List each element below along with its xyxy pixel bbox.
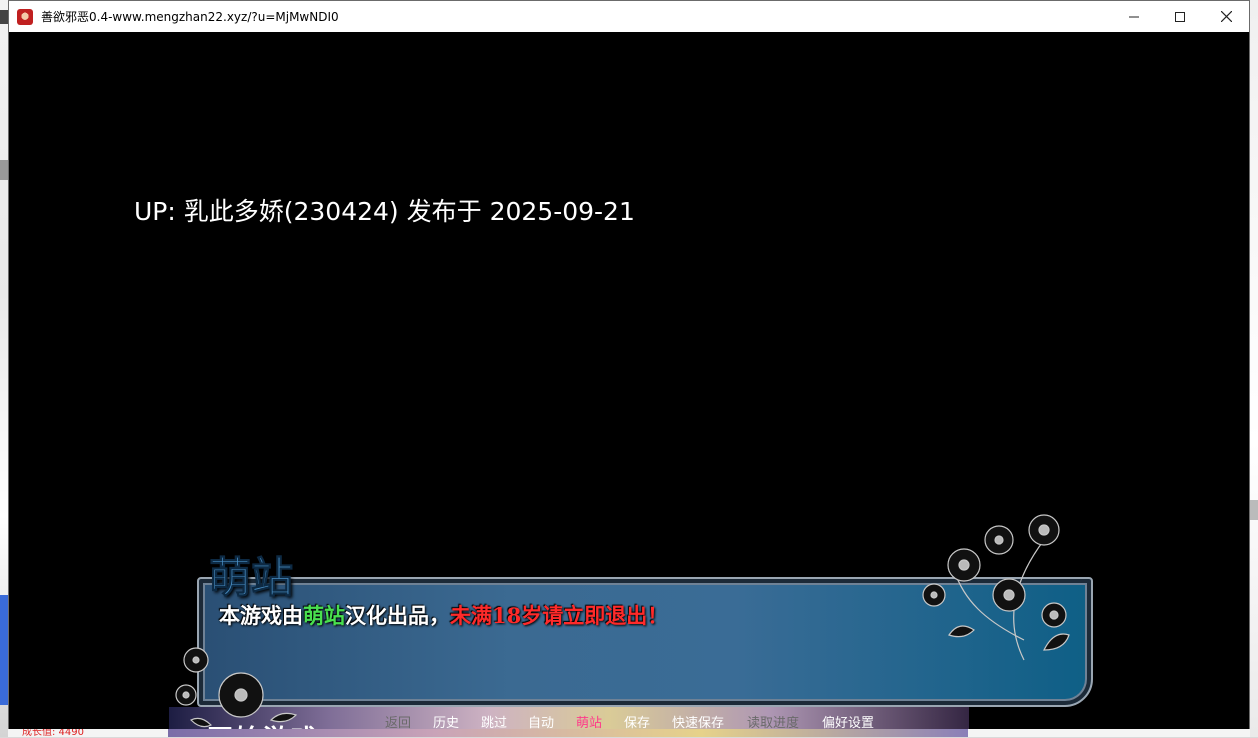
desktop-fragment xyxy=(1250,500,1258,520)
dialogue-warning-red: 未满18岁请立即退出！ xyxy=(450,603,669,628)
quick-menu-save[interactable]: 保存 xyxy=(624,712,650,729)
app-icon xyxy=(17,8,33,25)
dialogue-highlight-green: 萌站 xyxy=(303,603,345,628)
flower-ornament-right xyxy=(922,514,1070,661)
close-button[interactable] xyxy=(1203,1,1249,32)
quick-menu-skip[interactable]: 跳过 xyxy=(481,712,507,729)
quick-menu: 返回 历史 跳过 自动 萌站 保存 快速保存 读取进度 偏好设置 xyxy=(9,712,1249,729)
desktop-fragment xyxy=(0,595,8,705)
maximize-button[interactable] xyxy=(1157,1,1203,32)
quick-menu-load[interactable]: 读取进度 xyxy=(747,712,799,729)
minimize-icon xyxy=(1129,16,1139,17)
upload-info: UP: 乳此多娇(230424) 发布于 2025-09-21 xyxy=(134,197,635,226)
quick-menu-auto[interactable]: 自动 xyxy=(528,712,554,729)
quick-menu-preferences[interactable]: 偏好设置 xyxy=(822,712,874,729)
game-viewport[interactable]: UP: 乳此多娇(230424) 发布于 2025-09-21 开始游戏 xyxy=(9,32,1249,729)
desktop-fragment xyxy=(0,160,8,180)
window-controls xyxy=(1111,1,1249,32)
dialogue-segment: 汉化出品， xyxy=(345,603,450,628)
desktop-fragment xyxy=(168,729,968,737)
speaker-name: 萌站 xyxy=(208,553,294,603)
dialogue-text: 本游戏由萌站汉化出品，未满18岁请立即退出！ xyxy=(219,600,668,630)
dialogue-segment: 本游戏由 xyxy=(219,603,303,628)
quick-menu-history[interactable]: 历史 xyxy=(433,712,459,729)
window-title: 善欲邪恶0.4-www.mengzhan22.xyz/?u=MjMwNDI0 xyxy=(41,10,339,24)
desktop-fragment xyxy=(0,10,8,24)
desktop-bottom-edge: 成长值: 4490 xyxy=(8,727,1250,738)
quick-menu-quick-save[interactable]: 快速保存 xyxy=(672,712,724,729)
desktop-left-edge xyxy=(0,0,8,737)
minimize-button[interactable] xyxy=(1111,1,1157,32)
quick-menu-mengzhan[interactable]: 萌站 xyxy=(576,712,602,729)
game-window: 善欲邪恶0.4-www.mengzhan22.xyz/?u=MjMwNDI0 U… xyxy=(8,0,1250,729)
desktop-right-edge xyxy=(1250,0,1258,737)
close-icon xyxy=(1220,11,1232,22)
desktop-partial-text: 成长值: 4490 xyxy=(22,727,84,738)
title-bar[interactable]: 善欲邪恶0.4-www.mengzhan22.xyz/?u=MjMwNDI0 xyxy=(9,1,1249,32)
maximize-icon xyxy=(1175,11,1185,22)
quick-menu-back[interactable]: 返回 xyxy=(385,712,411,729)
